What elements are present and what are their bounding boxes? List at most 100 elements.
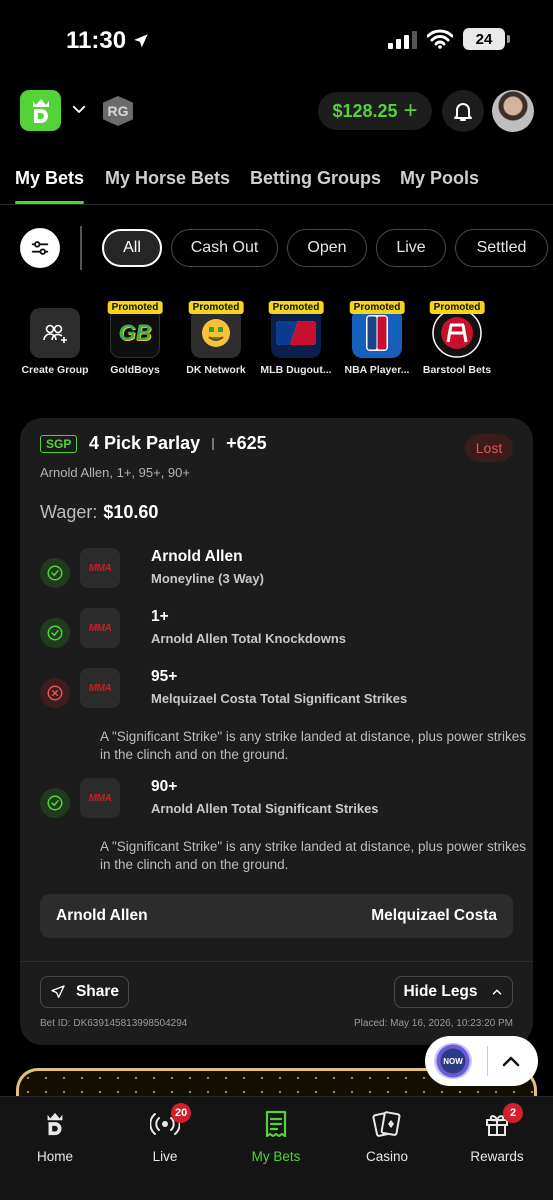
nav-label: Live xyxy=(152,1149,178,1164)
receipt-icon xyxy=(236,1109,316,1139)
result-badge: Lost xyxy=(465,434,513,462)
nav-my-bets[interactable]: My Bets xyxy=(236,1109,316,1164)
bet-odds: +625 xyxy=(226,433,267,453)
leg-market: Arnold Allen Total Significant Strikes xyxy=(151,801,379,816)
filter-settings-button[interactable] xyxy=(20,228,60,268)
check-circle-icon xyxy=(40,788,70,818)
leg-description: A "Significant Strike" is any strike lan… xyxy=(100,729,527,762)
tab-betting-groups[interactable]: Betting Groups xyxy=(250,168,381,189)
nav-casino[interactable]: Casino xyxy=(347,1109,427,1164)
bet-leg: MMA 90+ Arnold Allen Total Significant S… xyxy=(40,778,526,878)
nba-logo xyxy=(352,308,402,358)
legs-summary: Arnold Allen, 1+, 95+, 90+ xyxy=(40,465,190,480)
group-goldboys[interactable]: Promoted GB GoldBoys xyxy=(95,300,175,376)
cellular-signal-icon xyxy=(388,29,417,49)
bet-leg: MMA 95+ Melquizael Costa Total Significa… xyxy=(40,668,526,768)
scroll-to-top-icon[interactable] xyxy=(499,1050,523,1074)
draftkings-logo[interactable] xyxy=(20,90,61,131)
check-circle-icon xyxy=(40,618,70,648)
leg-market: Melquizael Costa Total Significant Strik… xyxy=(151,691,408,706)
mma-icon: MMA xyxy=(80,548,120,588)
group-create[interactable]: Create Group xyxy=(15,300,95,376)
status-icons: 24 xyxy=(388,28,510,50)
bet-leg: MMA Arnold Allen Moneyline (3 Way) xyxy=(40,548,513,598)
tab-my-bets[interactable]: My Bets xyxy=(15,168,84,189)
wager-label: Wager: xyxy=(40,502,98,522)
blackjack-now-button[interactable]: NOW xyxy=(434,1043,472,1079)
share-button[interactable]: Share xyxy=(40,976,129,1008)
filter-chip-settled[interactable]: Settled xyxy=(455,229,548,267)
leg-market: Arnold Allen Total Knockdowns xyxy=(151,631,346,646)
filter-chip-live[interactable]: Live xyxy=(376,229,446,267)
leg-selection: 90+ xyxy=(151,778,178,795)
balance-amount: $128.25 xyxy=(332,100,398,121)
chevron-up-icon xyxy=(492,989,501,995)
bets-tabs: My Bets My Horse Bets Betting Groups My … xyxy=(0,165,553,205)
promoted-badge: Promoted xyxy=(349,301,405,314)
live-count-badge: 20 xyxy=(171,1103,192,1123)
active-tab-indicator xyxy=(15,201,84,204)
group-label: Barstool Bets xyxy=(422,364,492,376)
nav-home[interactable]: Home xyxy=(15,1109,95,1164)
responsible-gaming-badge[interactable]: RG xyxy=(103,96,133,126)
battery-icon: 24 xyxy=(463,28,510,50)
live-broadcast-icon: 20 xyxy=(125,1103,205,1139)
wifi-icon xyxy=(427,29,453,49)
event-matchup[interactable]: Arnold Allen Melquizael Costa xyxy=(40,894,513,938)
bet-card[interactable]: SGP 4 Pick Parlay +625 Lost Arnold Allen… xyxy=(20,418,533,1045)
status-bar: 11:30 24 xyxy=(0,0,553,80)
playing-cards-icon xyxy=(347,1109,427,1139)
pill-divider xyxy=(487,1046,488,1076)
group-label: GoldBoys xyxy=(110,364,160,376)
notifications-button[interactable] xyxy=(442,90,484,132)
group-dk-network[interactable]: Promoted DK Network xyxy=(176,300,256,376)
wager: Wager: $10.60 xyxy=(40,502,158,523)
send-icon xyxy=(51,985,65,998)
wager-amount: $10.60 xyxy=(103,502,159,522)
bet-filters: All Cash Out Open Live Settled xyxy=(0,226,553,270)
x-circle-icon xyxy=(40,678,70,708)
leg-selection: Arnold Allen xyxy=(151,548,243,565)
app-header: RG $128.25 + xyxy=(0,88,553,134)
placed-timestamp: Placed: May 16, 2026, 10:23:20 PM xyxy=(354,1018,513,1029)
chevron-down-icon[interactable] xyxy=(70,100,88,118)
hide-legs-label: Hide Legs xyxy=(403,983,478,1000)
group-label: MLB Dugout... xyxy=(260,364,332,376)
mma-icon: MMA xyxy=(80,778,120,818)
leg-description: A "Significant Strike" is any strike lan… xyxy=(100,839,527,872)
clock-text: 11:30 xyxy=(66,27,127,54)
nav-live[interactable]: 20 Live xyxy=(125,1103,205,1164)
gift-icon: 2 xyxy=(457,1103,537,1139)
bet-title: 4 Pick Parlay +625 xyxy=(89,433,267,454)
filter-chip-open[interactable]: Open xyxy=(287,229,367,267)
add-funds-icon: + xyxy=(403,97,418,124)
hide-legs-button[interactable]: Hide Legs xyxy=(394,976,513,1008)
status-time: 11:30 xyxy=(66,27,150,55)
card-divider xyxy=(20,961,533,962)
nav-label: Home xyxy=(36,1149,73,1164)
dk-crown-icon xyxy=(32,98,49,123)
promoted-badge: Promoted xyxy=(268,301,324,314)
group-barstool-bets[interactable]: Promoted Barstool Bets xyxy=(417,300,497,376)
nav-rewards[interactable]: 2 Rewards xyxy=(457,1103,537,1164)
tab-my-horse-bets[interactable]: My Horse Bets xyxy=(105,168,230,189)
tab-my-pools[interactable]: My Pools xyxy=(400,168,479,189)
promoted-badge: Promoted xyxy=(429,301,485,314)
goldboys-logo: GB xyxy=(110,308,160,358)
avatar[interactable] xyxy=(492,90,534,132)
group-nba-player[interactable]: Promoted NBA Player... xyxy=(337,300,417,376)
rewards-count-badge: 2 xyxy=(503,1103,523,1123)
mma-icon: MMA xyxy=(80,608,120,648)
location-arrow-icon xyxy=(134,34,148,48)
group-label: NBA Player... xyxy=(344,364,410,376)
nav-label: Rewards xyxy=(470,1149,524,1164)
filter-chip-cash-out[interactable]: Cash Out xyxy=(171,229,278,267)
balance-button[interactable]: $128.25 + xyxy=(318,92,432,130)
leg-selection: 1+ xyxy=(151,608,169,625)
dk-home-icon xyxy=(15,1109,95,1139)
group-mlb-dugout[interactable]: Promoted MLB Dugout... xyxy=(256,300,336,376)
filter-chip-all[interactable]: All xyxy=(102,229,162,267)
bet-id: Bet ID: DK639145813998504294 xyxy=(40,1018,188,1029)
betting-groups-row: Create Group Promoted GB GoldBoys Promot… xyxy=(0,300,553,380)
floating-widget: NOW xyxy=(425,1036,538,1086)
